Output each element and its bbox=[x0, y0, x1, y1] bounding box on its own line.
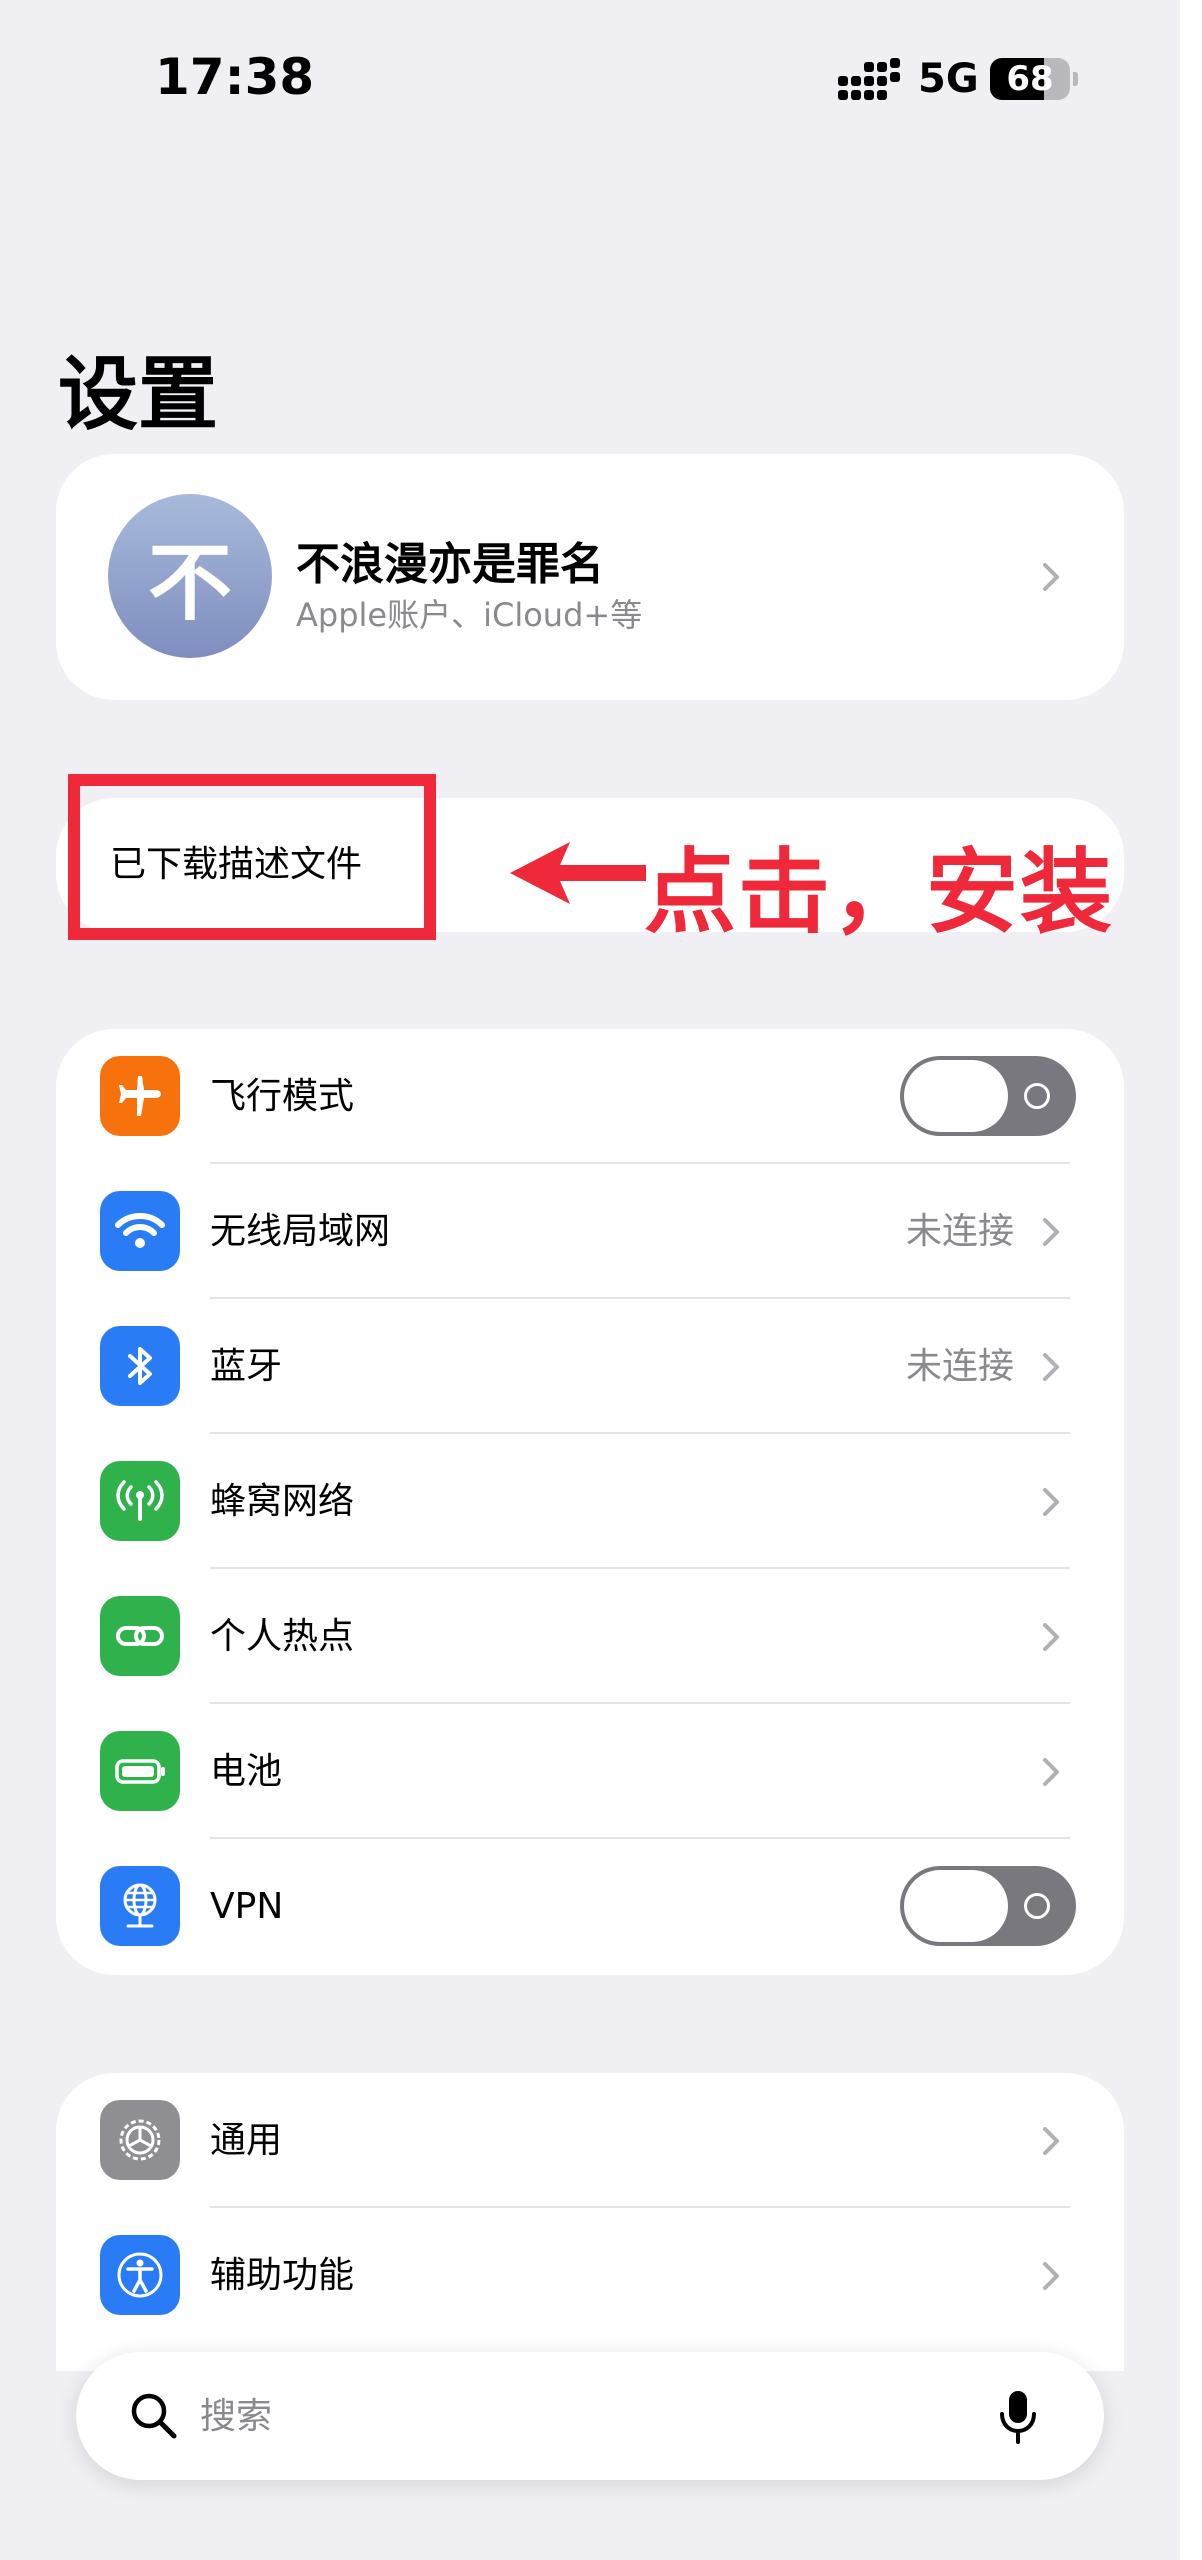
battery-icon bbox=[100, 1731, 180, 1811]
search-bar[interactable] bbox=[76, 2352, 1104, 2480]
battery-indicator: 68 bbox=[990, 58, 1078, 100]
profile-name: 不浪漫亦是罪名 bbox=[296, 539, 604, 590]
general-settings-group: 通用 辅助功能 bbox=[56, 2073, 1124, 2371]
settings-row-accessibility[interactable]: 辅助功能 bbox=[56, 2208, 1124, 2343]
chevron-right-icon bbox=[1043, 1622, 1059, 1651]
settings-row-bluetooth[interactable]: 蓝牙 未连接 bbox=[56, 1299, 1124, 1434]
globe-network-icon bbox=[100, 1866, 180, 1946]
row-label-airplane-mode: 飞行模式 bbox=[210, 1076, 355, 1117]
page-title: 设置 bbox=[58, 348, 218, 441]
row-label-bluetooth: 蓝牙 bbox=[210, 1346, 283, 1387]
apple-account-card[interactable]: 不 不浪漫亦是罪名 Apple账户、iCloud+等 bbox=[56, 454, 1124, 700]
search-input[interactable] bbox=[200, 2376, 960, 2456]
row-label-personal-hotspot: 个人热点 bbox=[210, 1616, 355, 1657]
screenshot-margin bbox=[1180, 0, 1202, 2560]
bluetooth-status-value: 未连接 bbox=[905, 1346, 1014, 1387]
row-label-cellular: 蜂窝网络 bbox=[210, 1481, 355, 1522]
chevron-right-icon bbox=[1043, 2261, 1059, 2290]
bluetooth-icon bbox=[100, 1326, 180, 1406]
settings-screen: 17:38 5G 68 设置 不 不浪漫亦是罪名 Apple账户、iCloud+… bbox=[0, 0, 1180, 2560]
settings-row-vpn[interactable]: VPN bbox=[56, 1839, 1124, 1974]
settings-row-cellular[interactable]: 蜂窝网络 bbox=[56, 1434, 1124, 1569]
wifi-icon bbox=[100, 1191, 180, 1271]
row-label-general: 通用 bbox=[210, 2120, 283, 2161]
row-label-vpn: VPN bbox=[210, 1886, 284, 1927]
vpn-toggle[interactable] bbox=[900, 1866, 1076, 1946]
row-label-wlan: 无线局域网 bbox=[210, 1211, 391, 1252]
connectivity-settings-group: 飞行模式 无线局域网 未连接 蓝牙 未连接 蜂窝网络 个人热点 电池 VPN bbox=[56, 1029, 1124, 1975]
network-type-label: 5G bbox=[918, 56, 979, 102]
cellular-antenna-icon bbox=[100, 1461, 180, 1541]
settings-row-general[interactable]: 通用 bbox=[56, 2073, 1124, 2208]
annotation-text: 点击，安装 bbox=[644, 839, 1115, 946]
chevron-right-icon bbox=[1043, 1352, 1059, 1381]
settings-row-wlan[interactable]: 无线局域网 未连接 bbox=[56, 1164, 1124, 1299]
chevron-right-icon bbox=[1043, 1757, 1059, 1786]
row-label-battery: 电池 bbox=[210, 1751, 283, 1792]
settings-row-battery[interactable]: 电池 bbox=[56, 1704, 1124, 1839]
row-label-accessibility: 辅助功能 bbox=[210, 2255, 355, 2296]
search-icon bbox=[131, 2393, 177, 2439]
link-icon bbox=[100, 1596, 180, 1676]
airplane-mode-toggle[interactable] bbox=[900, 1056, 1076, 1136]
microphone-icon[interactable] bbox=[998, 2388, 1038, 2446]
battery-percentage: 68 bbox=[1006, 59, 1054, 99]
gear-icon bbox=[100, 2100, 180, 2180]
annotation-highlight-box bbox=[68, 774, 436, 940]
chevron-right-icon bbox=[1043, 563, 1059, 591]
settings-row-airplane-mode[interactable]: 飞行模式 bbox=[56, 1029, 1124, 1164]
avatar: 不 bbox=[108, 494, 272, 658]
chevron-right-icon bbox=[1043, 1487, 1059, 1516]
chevron-right-icon bbox=[1043, 1217, 1059, 1246]
signal-strength-icon bbox=[838, 58, 900, 100]
status-time: 17:38 bbox=[155, 48, 315, 106]
annotation-arrow-icon bbox=[510, 842, 646, 904]
accessibility-icon bbox=[100, 2235, 180, 2315]
chevron-right-icon bbox=[1043, 2126, 1059, 2155]
wlan-status-value: 未连接 bbox=[905, 1211, 1014, 1252]
settings-row-personal-hotspot[interactable]: 个人热点 bbox=[56, 1569, 1124, 1704]
airplane-icon bbox=[100, 1056, 180, 1136]
profile-subtitle: Apple账户、iCloud+等 bbox=[296, 596, 643, 634]
